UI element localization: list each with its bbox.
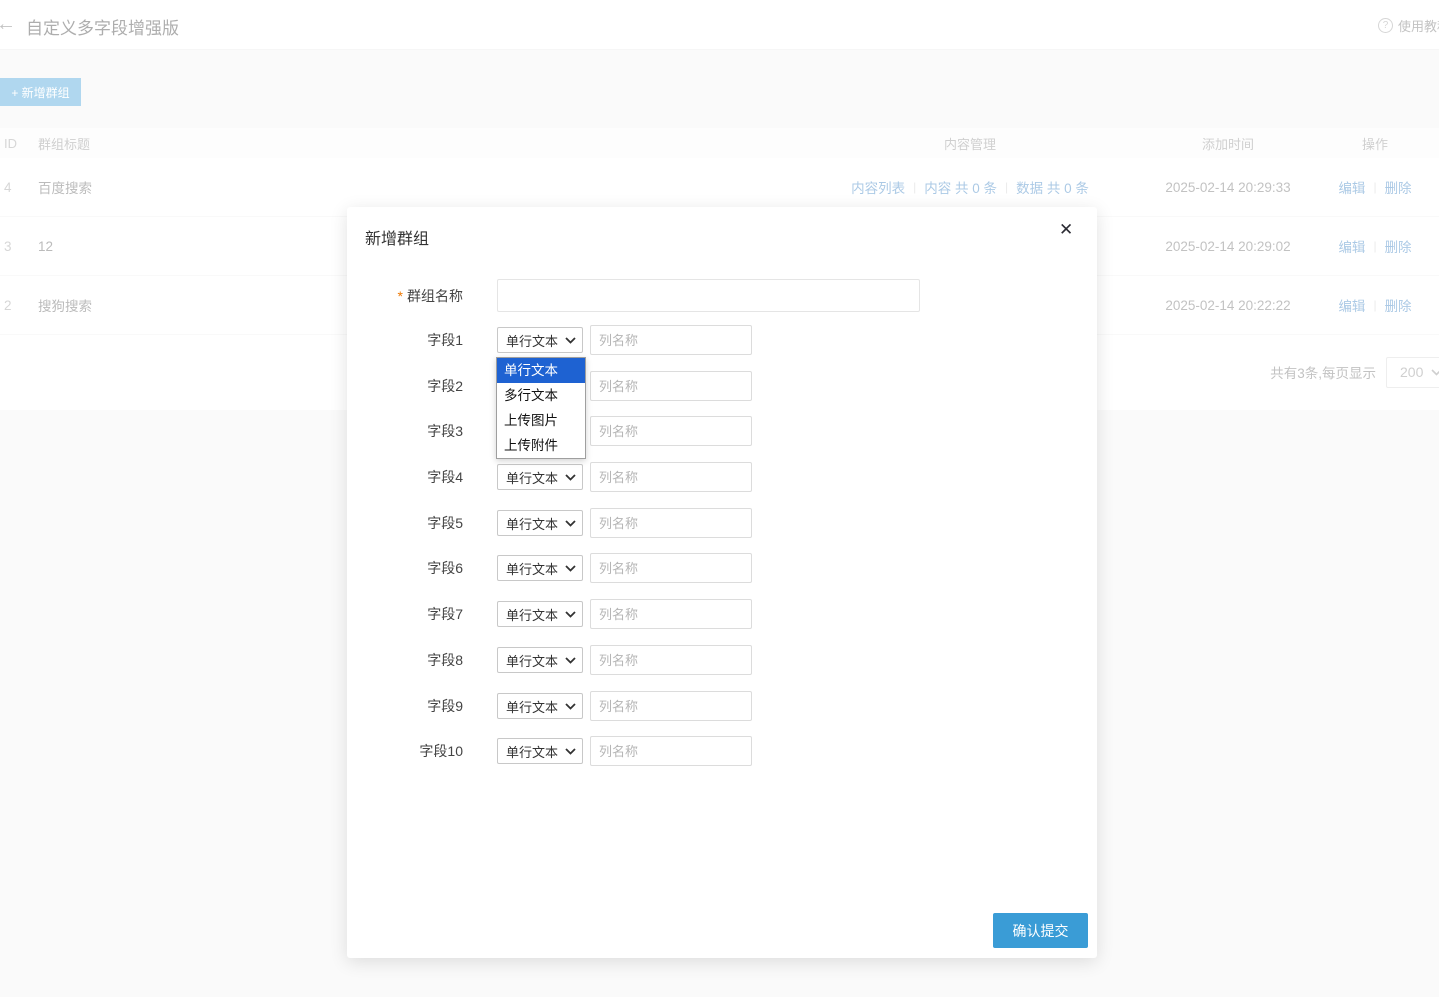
field-type-select[interactable]: 单行文本: [497, 327, 583, 353]
close-icon[interactable]: ✕: [1059, 220, 1073, 240]
field-row-10: 字段10 单行文本: [347, 736, 1097, 766]
field-label: 字段6: [347, 558, 463, 578]
add-group-modal: 新增群组 ✕ *群组名称 字段1 单行文本 字段2 单行文本 字段3 单行文本 …: [347, 207, 1097, 958]
column-name-input[interactable]: [590, 462, 752, 492]
required-mark: *: [398, 288, 403, 304]
field-label: 字段10: [347, 741, 463, 761]
field-label: 字段7: [347, 604, 463, 624]
field-type-select[interactable]: 单行文本: [497, 464, 583, 490]
field-label: 字段1: [347, 330, 463, 350]
field-label: 字段4: [347, 467, 463, 487]
dropdown-option-multi-line-text[interactable]: 多行文本: [497, 383, 585, 408]
chevron-down-icon: [565, 703, 576, 710]
column-name-input[interactable]: [590, 736, 752, 766]
field-type-select[interactable]: 单行文本: [497, 510, 583, 536]
column-name-input[interactable]: [590, 599, 752, 629]
chevron-down-icon: [565, 748, 576, 755]
chevron-down-icon: [565, 611, 576, 618]
field-type-select[interactable]: 单行文本: [497, 693, 583, 719]
dropdown-option-upload-attachment[interactable]: 上传附件: [497, 433, 585, 458]
field-type-select[interactable]: 单行文本: [497, 601, 583, 627]
field-label: 字段2: [347, 376, 463, 396]
modal-title: 新增群组: [365, 225, 429, 249]
chevron-down-icon: [565, 657, 576, 664]
column-name-input[interactable]: [590, 371, 752, 401]
field-label: 字段5: [347, 513, 463, 533]
chevron-down-icon: [565, 337, 576, 344]
field-row-2: 字段2 单行文本: [347, 371, 1097, 401]
field-type-select[interactable]: 单行文本: [497, 555, 583, 581]
group-name-input[interactable]: [497, 279, 920, 312]
column-name-input[interactable]: [590, 553, 752, 583]
field-type-dropdown: 单行文本 多行文本 上传图片 上传附件: [496, 357, 586, 459]
field-row-9: 字段9 单行文本: [347, 691, 1097, 721]
field-row-1: 字段1 单行文本: [347, 325, 1097, 355]
field-label: 字段3: [347, 421, 463, 441]
field-row-5: 字段5 单行文本: [347, 508, 1097, 538]
group-name-label: *群组名称: [347, 286, 463, 306]
chevron-down-icon: [565, 565, 576, 572]
field-label: 字段8: [347, 650, 463, 670]
column-name-input[interactable]: [590, 691, 752, 721]
column-name-input[interactable]: [590, 508, 752, 538]
field-row-8: 字段8 单行文本: [347, 645, 1097, 675]
dropdown-option-upload-image[interactable]: 上传图片: [497, 408, 585, 433]
confirm-submit-button[interactable]: 确认提交: [993, 913, 1088, 948]
column-name-input[interactable]: [590, 645, 752, 675]
field-type-select[interactable]: 单行文本: [497, 647, 583, 673]
chevron-down-icon: [565, 520, 576, 527]
chevron-down-icon: [565, 474, 576, 481]
field-row-7: 字段7 单行文本: [347, 599, 1097, 629]
field-row-4: 字段4 单行文本: [347, 462, 1097, 492]
dropdown-option-single-line-text[interactable]: 单行文本: [497, 358, 585, 383]
group-name-row: *群组名称: [347, 279, 1097, 312]
field-row-6: 字段6 单行文本: [347, 553, 1097, 583]
field-type-select[interactable]: 单行文本: [497, 738, 583, 764]
field-label: 字段9: [347, 696, 463, 716]
column-name-input[interactable]: [590, 416, 752, 446]
column-name-input[interactable]: [590, 325, 752, 355]
field-row-3: 字段3 单行文本: [347, 416, 1097, 446]
